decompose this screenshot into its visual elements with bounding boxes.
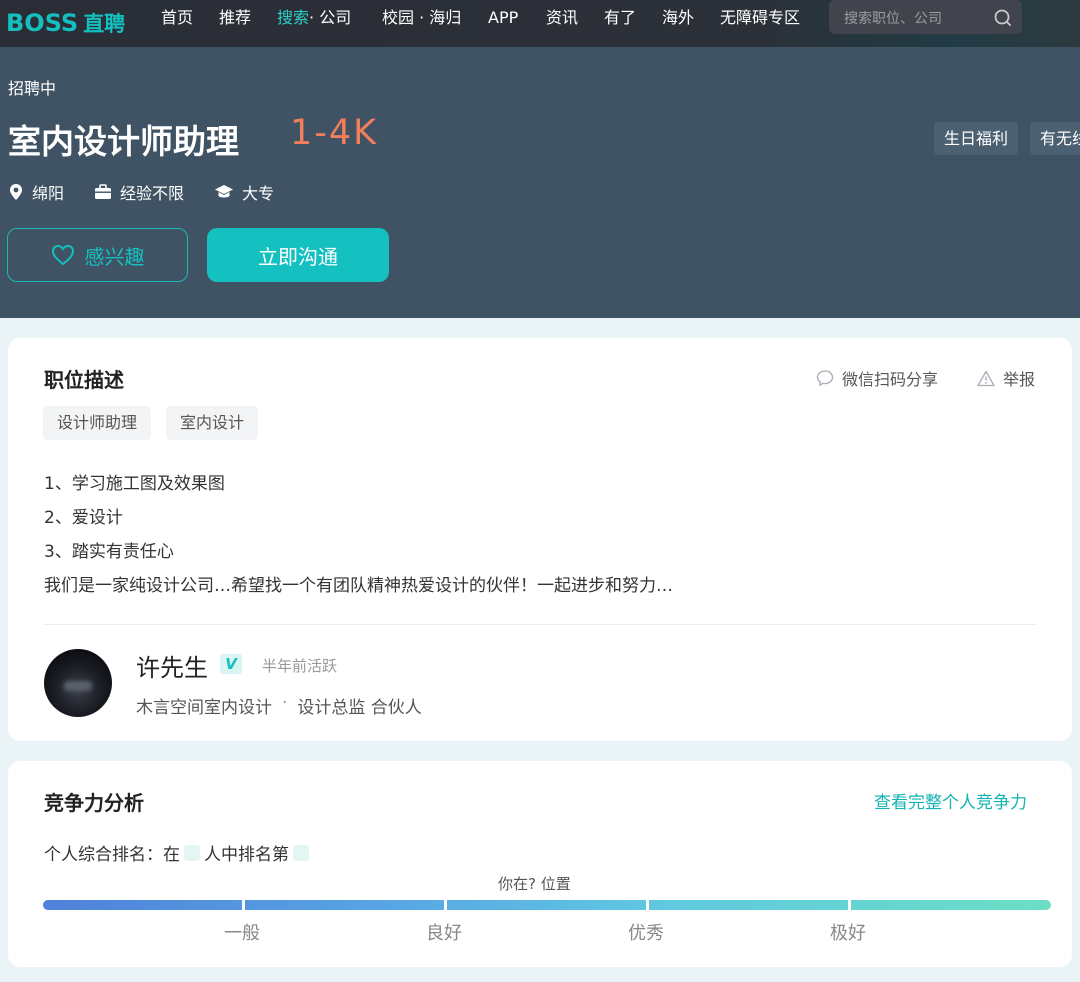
nav-accessibility[interactable]: 无障碍专区 bbox=[720, 7, 800, 29]
recruiter-name: 许先生 bbox=[136, 654, 208, 682]
divider bbox=[44, 624, 1037, 625]
search-icon[interactable] bbox=[993, 8, 1013, 28]
logo-zhipin-text: 直聘 bbox=[83, 12, 126, 36]
nav-search-company[interactable]: 搜索· 公司 bbox=[277, 7, 351, 29]
education-text: 大专 bbox=[242, 184, 275, 203]
job-salary: 1-4K bbox=[290, 113, 379, 153]
nav-app[interactable]: APP bbox=[488, 7, 518, 29]
experience-text: 经验不限 bbox=[120, 184, 185, 203]
benefit-tag: 生日福利 bbox=[934, 122, 1019, 155]
search-placeholder: 搜索职位、公司 bbox=[844, 11, 942, 27]
section-title-description: 职位描述 bbox=[44, 368, 124, 392]
bar-separator bbox=[848, 898, 851, 912]
rank-prefix: 个人综合排名：在 bbox=[44, 845, 180, 865]
description-line: 2、爱设计 bbox=[44, 508, 123, 528]
job-keyword-tag: 室内设计 bbox=[166, 406, 259, 440]
nav-youle[interactable]: 有了 bbox=[604, 7, 636, 29]
warning-icon bbox=[977, 370, 995, 386]
nav-home[interactable]: 首页 bbox=[161, 7, 193, 29]
nav-overseas[interactable]: 海外 bbox=[662, 7, 694, 29]
description-line: 1、学习施工图及效果图 bbox=[44, 474, 225, 494]
report-button[interactable]: 举报 bbox=[977, 366, 1035, 390]
boss-logo[interactable]: BOSS 直聘 bbox=[6, 6, 125, 40]
recruiter-company-role: 木言空间室内设计 · 设计总监 合伙人 bbox=[136, 693, 422, 718]
view-full-competitiveness-link[interactable]: 查看完整个人竞争力 bbox=[874, 788, 1027, 813]
hidden-rank-number bbox=[293, 844, 309, 861]
rank-summary: 个人综合排名：在 人中排名第 bbox=[44, 840, 313, 865]
job-status: 招聘中 bbox=[8, 79, 57, 98]
job-experience: 经验不限 bbox=[94, 180, 184, 204]
nav-campus[interactable]: 校园 · 海归 bbox=[382, 7, 461, 29]
section-title-competitiveness: 竞争力分析 bbox=[44, 791, 144, 815]
competitiveness-card: 竞争力分析 查看完整个人竞争力 个人综合排名：在 人中排名第 你在? 位置 一般… bbox=[8, 761, 1072, 967]
description-line: 3、踏实有责任心 bbox=[44, 542, 174, 562]
search-input[interactable]: 搜索职位、公司 bbox=[829, 0, 1022, 34]
position-marker-label: 你在? 位置 bbox=[498, 875, 571, 893]
recruiter-avatar[interactable] bbox=[44, 649, 112, 717]
level-label: 一般 bbox=[224, 923, 260, 944]
recruiter-activity: 半年前活跃 bbox=[262, 657, 338, 675]
bar-separator bbox=[444, 898, 447, 912]
job-header: 招聘中 室内设计师助理 1-4K 生日福利 有无线 绵阳 经验不限 大专 bbox=[0, 47, 1080, 318]
top-nav: BOSS 直聘 首页 推荐 搜索· 公司 校园 · 海归 APP 资讯 有了 海… bbox=[0, 0, 1080, 47]
wechat-share-button[interactable]: 微信扫码分享 bbox=[816, 366, 938, 390]
job-location: 绵阳 bbox=[8, 180, 64, 204]
interested-label: 感兴趣 bbox=[84, 244, 145, 269]
separator-dot: · bbox=[282, 693, 288, 713]
bar-separator bbox=[242, 898, 245, 912]
level-label: 优秀 bbox=[628, 923, 664, 944]
share-label: 微信扫码分享 bbox=[842, 370, 939, 389]
chat-bubble-icon bbox=[816, 370, 834, 387]
level-label: 极好 bbox=[830, 923, 866, 944]
chat-now-button[interactable]: 立即沟通 bbox=[207, 228, 389, 282]
recruiter-company: 木言空间室内设计 bbox=[136, 698, 272, 718]
competitiveness-bar bbox=[43, 900, 1051, 910]
nav-search[interactable]: 搜索 bbox=[277, 8, 309, 27]
heart-icon bbox=[51, 244, 74, 266]
graduation-cap-icon bbox=[215, 185, 234, 198]
nav-recommend[interactable]: 推荐 bbox=[219, 7, 251, 29]
bar-separator bbox=[646, 898, 649, 912]
job-meta: 绵阳 经验不限 大专 bbox=[8, 180, 274, 204]
location-pin-icon bbox=[10, 184, 22, 200]
report-label: 举报 bbox=[1003, 370, 1036, 389]
briefcase-icon bbox=[95, 184, 112, 199]
benefit-tag: 有无线 bbox=[1030, 122, 1080, 155]
job-description-card: 职位描述 微信扫码分享 举报 设计师助理 室内设计 1、学习施工图及效果图 2、… bbox=[8, 338, 1072, 741]
hidden-total-count bbox=[184, 844, 200, 861]
logo-boss-text: BOSS bbox=[6, 9, 79, 37]
level-label: 良好 bbox=[426, 923, 462, 944]
verified-badge: V bbox=[220, 654, 242, 674]
job-title: 室内设计师助理 bbox=[8, 122, 239, 161]
interested-button[interactable]: 感兴趣 bbox=[7, 228, 188, 282]
nav-company[interactable]: · 公司 bbox=[309, 8, 351, 27]
job-keyword-tag: 设计师助理 bbox=[43, 406, 152, 440]
rank-middle: 人中排名第 bbox=[204, 845, 289, 865]
location-text: 绵阳 bbox=[32, 184, 65, 203]
job-education: 大专 bbox=[214, 180, 274, 204]
recruiter-role: 设计总监 合伙人 bbox=[297, 698, 422, 718]
description-line: 我们是一家纯设计公司…希望找一个有团队精神热爱设计的伙伴！一起进步和努力… bbox=[44, 576, 673, 596]
nav-news[interactable]: 资讯 bbox=[546, 7, 578, 29]
